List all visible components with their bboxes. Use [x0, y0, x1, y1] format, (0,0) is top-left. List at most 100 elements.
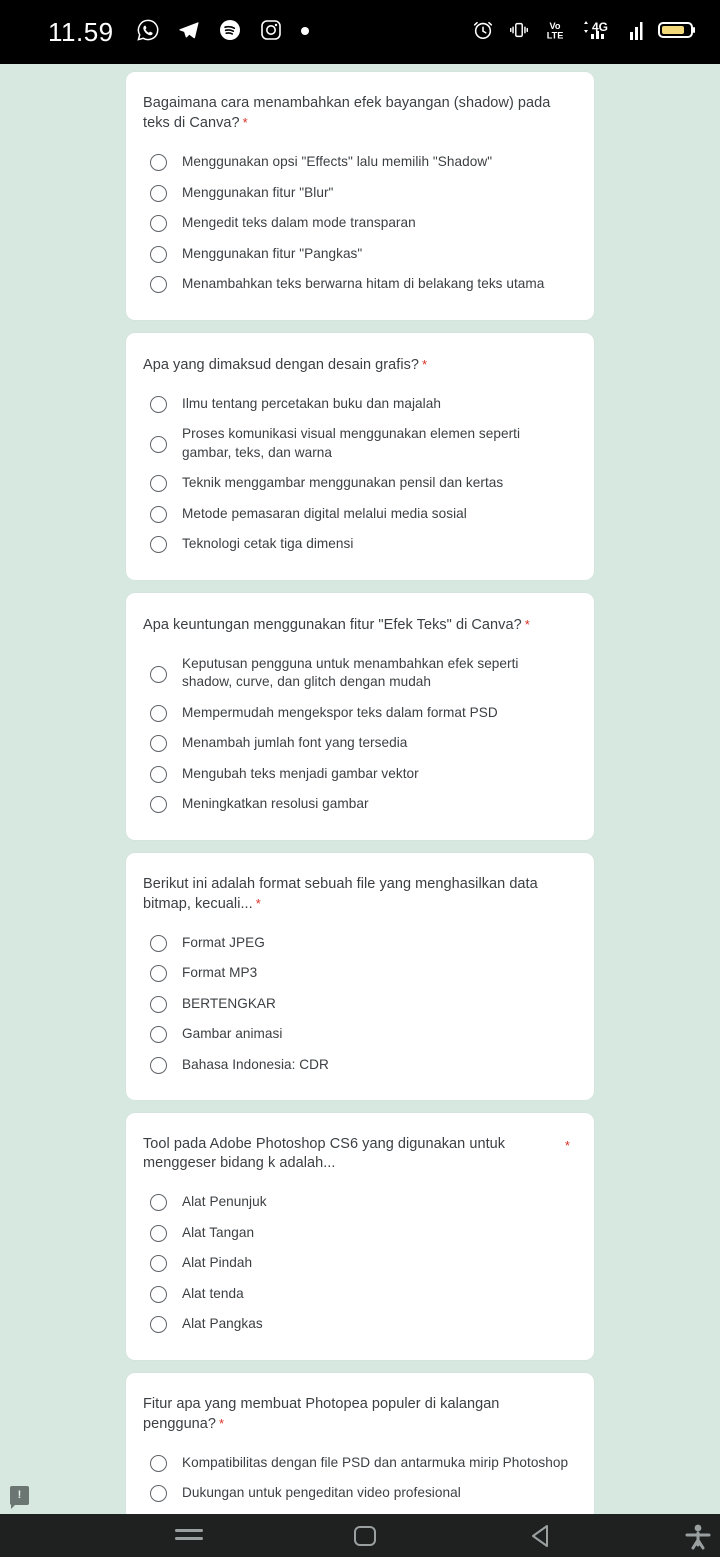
radio-button-icon[interactable] — [150, 154, 167, 171]
radio-option[interactable]: Format JPEG — [143, 928, 570, 959]
required-asterisk: * — [422, 356, 428, 372]
accessibility-icon[interactable] — [663, 1521, 720, 1551]
feedback-icon[interactable]: ! — [10, 1486, 29, 1509]
question-title: Tool pada Adobe Photoshop CS6 yang digun… — [143, 1135, 570, 1173]
question-title-text: Apa keuntungan menggunakan fitur "Efek T… — [143, 616, 522, 633]
option-group: Ilmu tentang percetakan buku dan majalah… — [143, 389, 570, 560]
radio-option[interactable]: Dukungan untuk pengeditan video profesio… — [143, 1478, 570, 1509]
radio-button-icon[interactable] — [150, 796, 167, 813]
radio-option-label: Format MP3 — [182, 965, 258, 980]
radio-option-label: Menggunakan fitur "Pangkas" — [182, 245, 363, 261]
radio-button-icon[interactable] — [150, 1255, 167, 1272]
radio-button-icon[interactable] — [150, 965, 167, 982]
question-card: Berikut ini adalah format sebuah file ya… — [126, 852, 594, 1100]
back-icon[interactable] — [495, 1522, 585, 1550]
radio-button-icon[interactable] — [150, 245, 167, 263]
radio-button-icon[interactable] — [150, 765, 167, 783]
radio-button-icon[interactable] — [150, 1194, 167, 1211]
alarm-icon — [472, 19, 494, 46]
radio-button-icon[interactable] — [150, 1285, 167, 1303]
question-card: Tool pada Adobe Photoshop CS6 yang digun… — [126, 1113, 594, 1360]
radio-option[interactable]: Ilmu tentang percetakan buku dan majalah — [143, 389, 570, 420]
recents-icon[interactable] — [145, 1523, 235, 1549]
radio-option[interactable]: Kompatibilitas dengan file PSD dan antar… — [143, 1448, 570, 1479]
home-icon[interactable] — [320, 1522, 410, 1550]
radio-button-icon[interactable] — [150, 665, 167, 683]
radio-option-label: Teknik menggambar menggunakan pensil dan… — [182, 475, 504, 490]
question-title: Bagaimana cara menambahkan efek bayangan… — [143, 94, 570, 133]
radio-button-icon[interactable] — [150, 704, 167, 722]
radio-option[interactable]: Keputusan pengguna untuk menambahkan efe… — [143, 649, 570, 698]
radio-option-label: Kompatibilitas dengan file PSD dan antar… — [182, 1454, 569, 1470]
radio-option[interactable]: Meningkatkan resolusi gambar — [143, 789, 570, 820]
radio-option[interactable]: Alat Penunjuk — [143, 1187, 570, 1218]
radio-option[interactable]: Teknik menggambar menggunakan pensil dan… — [143, 468, 570, 499]
radio-button-icon[interactable] — [150, 1485, 167, 1502]
radio-button-icon[interactable] — [150, 505, 167, 523]
required-asterisk: * — [564, 1138, 570, 1153]
radio-option[interactable]: Alat Tangan — [143, 1218, 570, 1249]
radio-option[interactable]: Menggunakan opsi "Effects" lalu memilih … — [143, 147, 570, 178]
radio-option-label: Alat tenda — [182, 1285, 244, 1301]
radio-option[interactable]: Menambah jumlah font yang tersedia — [143, 728, 570, 759]
radio-option[interactable]: Alat Pangkas — [143, 1309, 570, 1340]
radio-button-icon[interactable] — [150, 934, 167, 952]
radio-button-icon[interactable] — [150, 1454, 167, 1472]
radio-option-label: Menggunakan fitur "Blur" — [182, 184, 334, 200]
radio-option-label: Menggunakan opsi "Effects" lalu memilih … — [182, 154, 493, 169]
radio-option[interactable]: Metode pemasaran digital melalui media s… — [143, 499, 570, 530]
radio-option[interactable]: Menggunakan fitur "Pangkas" — [143, 239, 570, 270]
radio-option-label: BERTENGKAR — [182, 995, 276, 1011]
question-title-text: Tool pada Adobe Photoshop CS6 yang digun… — [143, 1136, 506, 1171]
system-navigation-bar — [0, 1514, 720, 1557]
radio-button-icon[interactable] — [150, 995, 167, 1013]
radio-button-icon[interactable] — [150, 436, 167, 453]
radio-button-icon[interactable] — [150, 215, 167, 232]
radio-option[interactable]: Teknologi cetak tiga dimensi — [143, 529, 570, 560]
radio-option[interactable]: Mengubah teks menjadi gambar vektor — [143, 759, 570, 790]
feedback-glyph: ! — [17, 1489, 22, 1501]
radio-option[interactable]: Format MP3 — [143, 958, 570, 989]
spotify-icon — [218, 18, 242, 47]
radio-option-label: Mengubah teks menjadi gambar vektor — [182, 765, 419, 781]
signal-bars-icon — [628, 19, 644, 46]
volte-icon: Vo LTE — [544, 19, 566, 46]
radio-button-icon[interactable] — [150, 395, 167, 413]
radio-option-label: Alat Penunjuk — [182, 1194, 267, 1209]
svg-text:4G: 4G — [592, 20, 608, 34]
radio-option[interactable]: Menggunakan fitur "Blur" — [143, 178, 570, 209]
radio-option[interactable]: Gambar animasi — [143, 1019, 570, 1050]
radio-button-icon[interactable] — [150, 1026, 167, 1043]
radio-option[interactable]: Alat tenda — [143, 1279, 570, 1310]
option-group: Format JPEG Format MP3 BERTENGKAR Gambar an… — [143, 928, 570, 1081]
radio-option[interactable]: Bahasa Indonesia: CDR — [143, 1050, 570, 1081]
radio-option[interactable]: Menambahkan teks berwarna hitam di belak… — [143, 269, 570, 300]
option-group: Kompatibilitas dengan file PSD dan antar… — [143, 1448, 570, 1515]
radio-button-icon[interactable] — [150, 1056, 167, 1074]
required-asterisk: * — [524, 616, 530, 632]
question-title-text: Apa yang dimaksud dengan desain grafis? — [143, 356, 420, 373]
vibrate-icon — [508, 19, 530, 46]
radio-button-icon[interactable] — [150, 1224, 167, 1242]
radio-button-icon[interactable] — [150, 735, 167, 752]
radio-button-icon[interactable] — [150, 276, 167, 293]
radio-button-icon[interactable] — [150, 536, 167, 553]
question-title: Apa yang dimaksud dengan desain grafis? * — [143, 355, 570, 375]
radio-option-label: Menambah jumlah font yang tersedia — [182, 735, 408, 750]
radio-option[interactable]: Mempermudah mengekspor teks dalam format… — [143, 698, 570, 729]
radio-button-icon[interactable] — [150, 184, 167, 202]
radio-option[interactable]: Mengedit teks dalam mode transparan — [143, 208, 570, 239]
whatsapp-icon — [136, 18, 160, 47]
radio-option-label: Alat Pindah — [182, 1255, 253, 1270]
radio-button-icon[interactable] — [150, 475, 167, 492]
dot-indicator-icon — [300, 23, 310, 41]
form-question-list[interactable]: Bagaimana cara menambahkan efek bayangan… — [0, 64, 720, 1514]
question-card: Fitur apa yang membuat Photopea populer … — [126, 1372, 594, 1515]
radio-option[interactable]: Alat Pindah — [143, 1248, 570, 1279]
radio-option[interactable]: Proses komunikasi visual menggunakan ele… — [143, 419, 570, 468]
question-card: Apa keuntungan menggunakan fitur "Efek T… — [126, 592, 594, 840]
question-title-text: Bagaimana cara menambahkan efek bayangan… — [143, 95, 551, 131]
radio-button-icon[interactable] — [150, 1316, 167, 1333]
radio-option[interactable]: BERTENGKAR — [143, 989, 570, 1020]
radio-option-label: Proses komunikasi visual menggunakan ele… — [182, 426, 521, 460]
